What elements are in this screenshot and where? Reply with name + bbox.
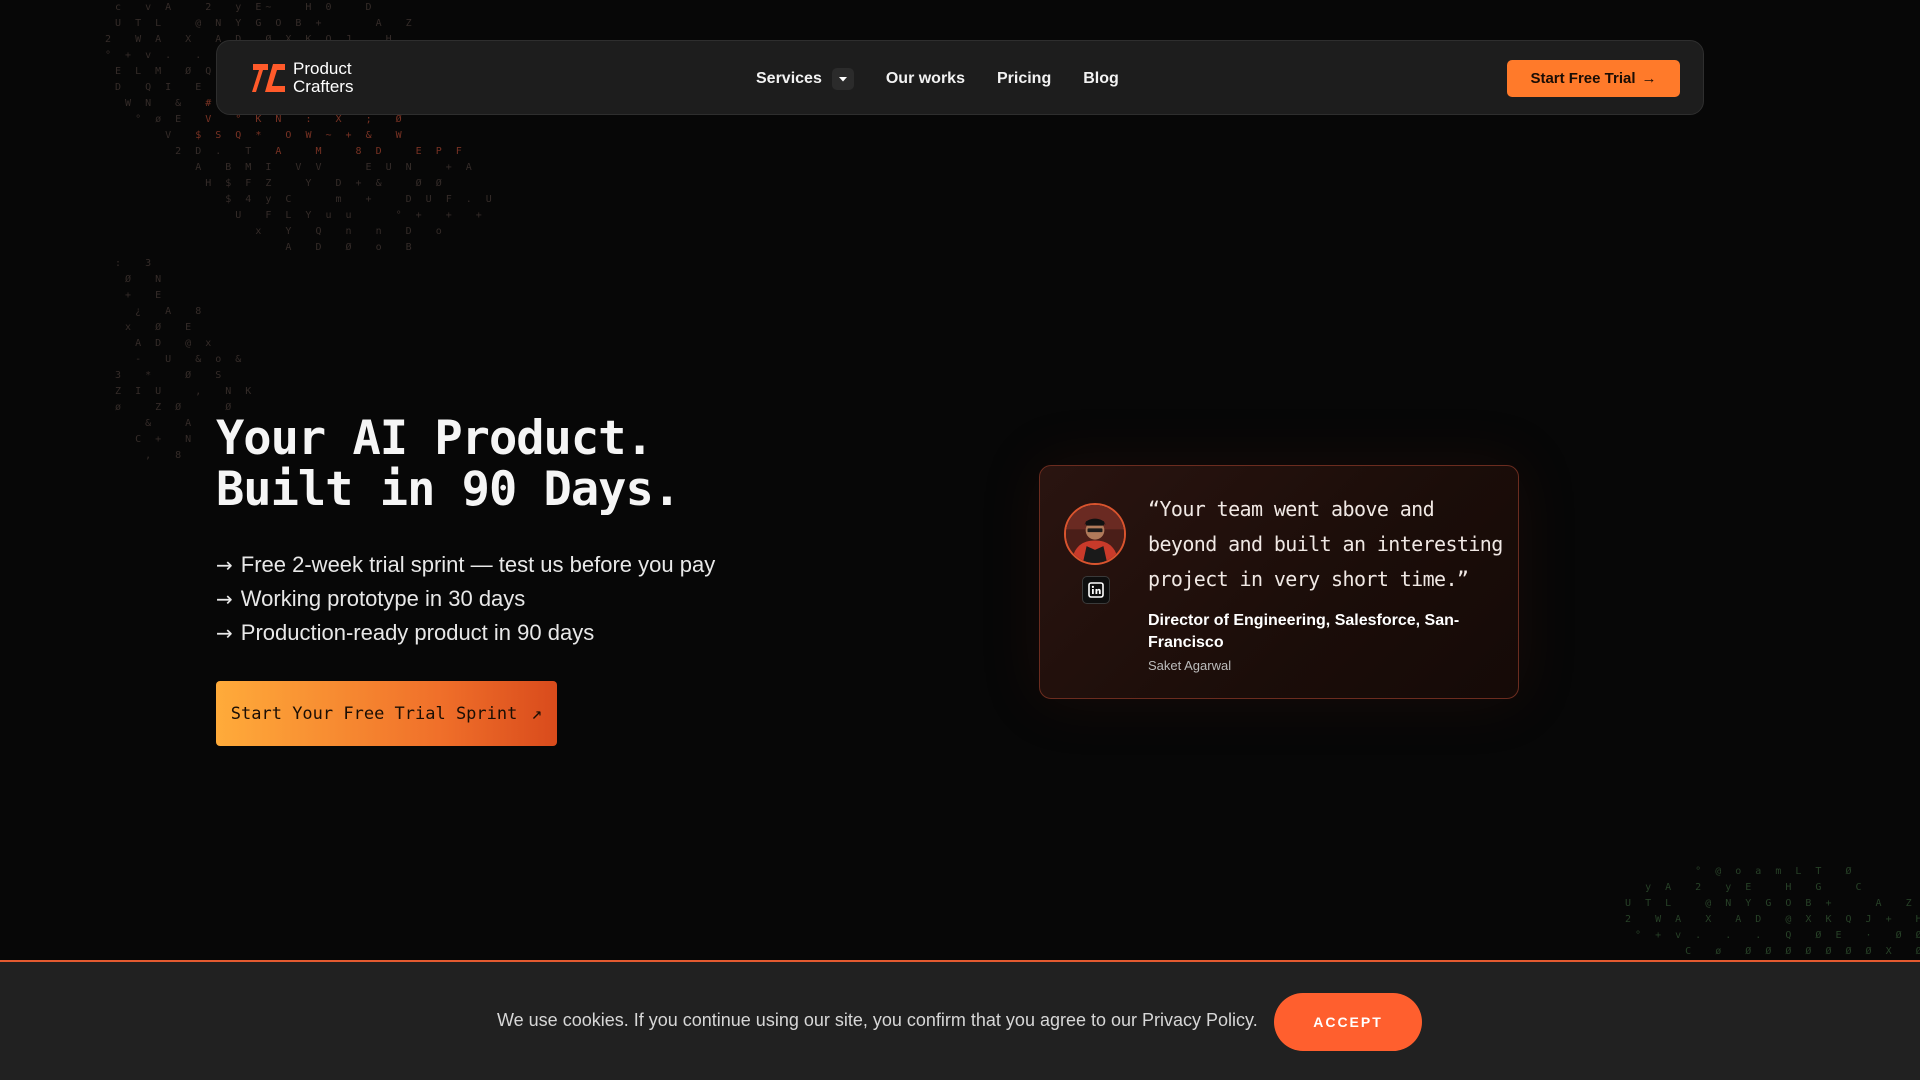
arrow-right-icon: →	[216, 621, 233, 645]
hero-title-line1: Your AI Product.	[216, 411, 654, 466]
benefit-text: Production-ready product in 90 days	[240, 620, 595, 645]
list-item: → Production-ready product in 90 days	[216, 616, 715, 650]
cookie-banner: We use cookies. If you continue using ou…	[0, 960, 1920, 1080]
top-navbar: Product Crafters Services Our works Pric…	[216, 40, 1704, 115]
linkedin-icon[interactable]	[1082, 576, 1110, 604]
nav-item-pricing-label: Pricing	[996, 69, 1052, 87]
testimonial-author-role: Director of Engineering, Salesforce, San…	[1148, 612, 1460, 651]
arrow-right-icon: →	[216, 587, 233, 611]
nav-item-our-works[interactable]: Our works	[886, 70, 965, 88]
nav-item-services[interactable]: Services	[756, 67, 854, 90]
avatar	[1064, 503, 1126, 565]
person-photo-icon	[1066, 505, 1124, 563]
start-free-trial-sprint-button[interactable]: Start Your Free Trial Sprint ↗	[216, 681, 557, 746]
nav-item-pricing[interactable]: Pricing	[997, 70, 1051, 88]
arrow-right-icon: →	[1641, 70, 1657, 87]
hero-benefits-list: → Free 2-week trial sprint — test us bef…	[216, 548, 715, 650]
arrow-right-icon: →	[216, 553, 233, 577]
testimonial-author-name: Saket Agarwal	[1148, 658, 1232, 673]
accept-cookies-button[interactable]: ACCEPT	[1274, 993, 1422, 1051]
brand-name-line2: Crafters	[293, 77, 354, 96]
list-item: → Free 2-week trial sprint — test us bef…	[216, 548, 715, 582]
chevron-down-icon[interactable]	[831, 67, 854, 90]
matrix-decoration-bottom-right: ° @ o a m L T Ø y A 2 y E H G C U T L @ …	[1625, 866, 1920, 957]
product-crafters-logo-icon	[252, 64, 285, 92]
main-nav: Services Our works Pricing Blog	[756, 41, 1119, 116]
hero-title-line2: Built in 90 Days.	[216, 462, 681, 517]
nav-item-blog-label: Blog	[1083, 69, 1119, 87]
benefit-text: Free 2-week trial sprint — test us befor…	[240, 552, 716, 577]
start-free-trial-sprint-label: Start Your Free Trial Sprint	[230, 703, 518, 724]
testimonial-quote: “Your team went above and beyond and bui…	[1148, 497, 1503, 591]
benefit-text: Working prototype in 30 days	[240, 586, 526, 611]
brand-name-line1: Product	[293, 59, 352, 78]
hero-title: Your AI Product. Built in 90 Days.	[216, 411, 681, 517]
list-item: → Working prototype in 30 days	[216, 582, 715, 616]
arrow-up-right-icon: ↗	[531, 703, 543, 724]
testimonial-card: “Your team went above and beyond and bui…	[1039, 465, 1519, 699]
nav-item-services-label: Services	[756, 69, 822, 87]
cookie-consent-text: We use cookies. If you continue using ou…	[497, 1010, 1258, 1030]
nav-item-blog[interactable]: Blog	[1083, 70, 1119, 88]
brand-logo[interactable]: Product Crafters	[251, 60, 353, 96]
brand-name: Product Crafters	[293, 60, 353, 96]
start-free-trial-label: Start Free Trial	[1530, 70, 1636, 87]
nav-item-our-works-label: Our works	[885, 69, 965, 87]
start-free-trial-button[interactable]: Start Free Trial →	[1507, 60, 1680, 97]
